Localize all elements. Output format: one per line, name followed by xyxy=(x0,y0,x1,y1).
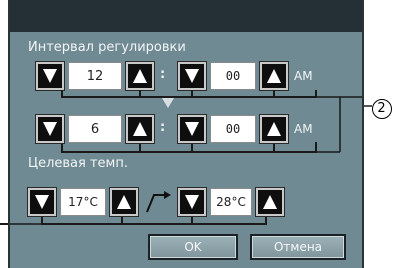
callout-number-badge: 2 xyxy=(372,99,392,119)
high-temp-up-button[interactable] xyxy=(255,187,285,217)
low-temp-down-button[interactable] xyxy=(27,187,57,217)
hour-down-button-2[interactable] xyxy=(35,114,65,144)
up-triangle-icon xyxy=(133,122,147,136)
down-triangle-icon xyxy=(185,195,199,209)
settings-screen: Интервал регулировки 12 : 00 AM 6: 00 A… xyxy=(8,0,364,268)
high-temp-down-button[interactable] xyxy=(177,187,207,217)
ok-button[interactable]: OK xyxy=(148,234,238,260)
hour-value-2: 6 xyxy=(68,115,122,143)
low-temp-value: 17°C xyxy=(60,188,106,216)
target-temp-label: Целевая темп. xyxy=(28,156,128,171)
ampm-label-2: AM xyxy=(294,122,313,136)
low-temp-up-button[interactable] xyxy=(109,187,139,217)
step-arrow-icon xyxy=(146,191,171,213)
up-triangle-icon xyxy=(117,195,131,209)
callout-number: 2 xyxy=(377,101,386,116)
high-temp-value: 28°C xyxy=(210,188,252,216)
up-triangle-icon xyxy=(267,122,281,136)
cancel-button[interactable]: Отмена xyxy=(250,234,346,260)
minute-value-2: 00 xyxy=(210,115,256,143)
hour-up-button-2[interactable] xyxy=(125,114,155,144)
up-triangle-icon xyxy=(263,195,277,209)
minute-up-button-2[interactable] xyxy=(259,114,289,144)
minute-down-button-2[interactable] xyxy=(177,114,207,144)
down-triangle-icon xyxy=(35,195,49,209)
left-leader-line xyxy=(0,223,8,225)
time-separator-2: : xyxy=(160,120,166,135)
down-triangle-icon xyxy=(185,122,199,136)
down-triangle-icon xyxy=(43,122,57,136)
